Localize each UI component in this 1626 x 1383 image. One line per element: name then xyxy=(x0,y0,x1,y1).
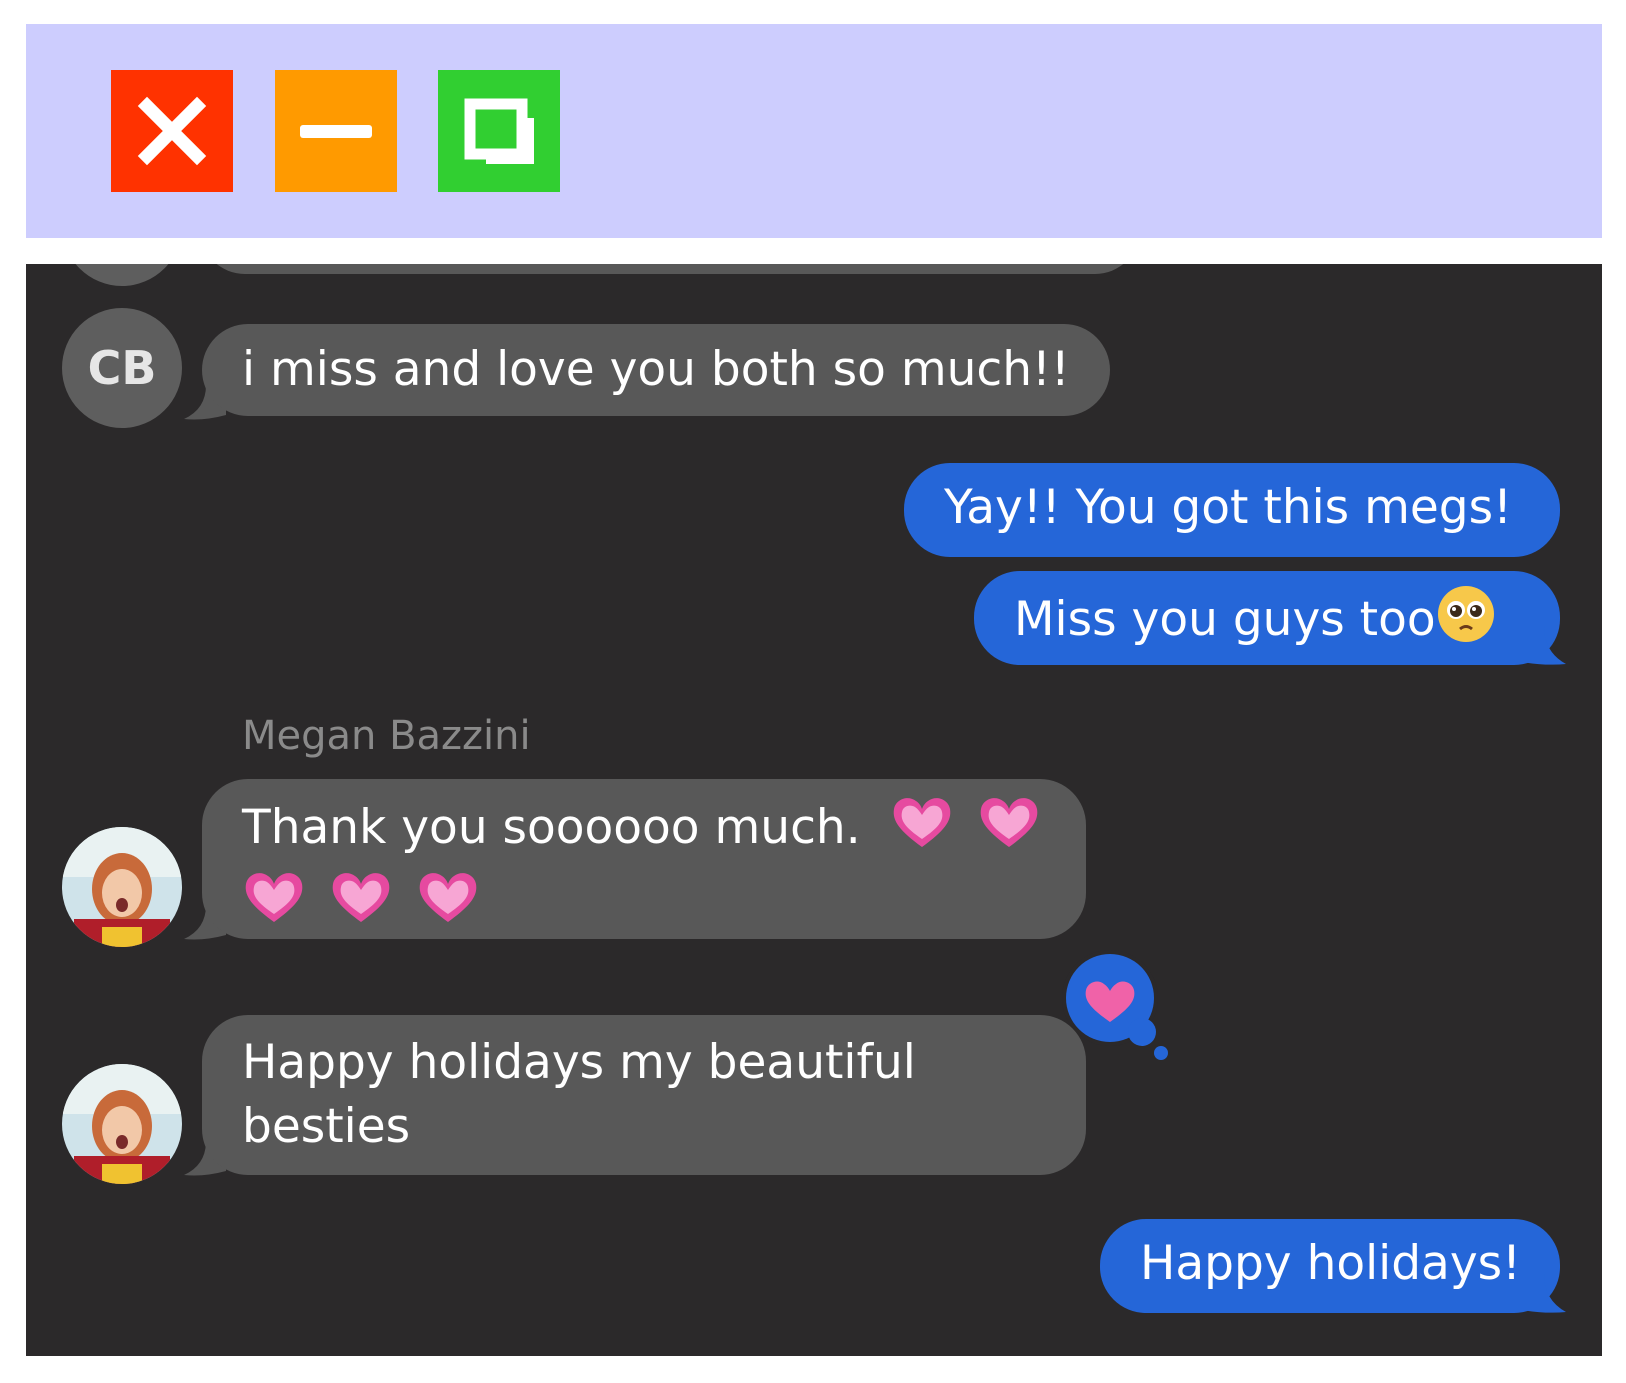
message-bubble-outgoing[interactable]: Happy holidays! xyxy=(1100,1219,1560,1313)
restore-icon xyxy=(464,98,534,164)
message-text: Thank you soooooo much. xyxy=(242,800,861,855)
message-text: Happy holidays my beautiful xyxy=(242,1035,916,1090)
close-button[interactable] xyxy=(111,70,233,192)
avatar-initials: CB xyxy=(62,308,182,428)
window-titlebar xyxy=(26,24,1602,238)
heart-reaction-icon[interactable] xyxy=(1058,946,1178,1066)
minimize-button[interactable] xyxy=(275,70,397,192)
message-bubble-incoming[interactable]: Thank you soooooo much. xyxy=(202,779,1086,939)
message-bubble-outgoing[interactable]: Miss you guys too xyxy=(974,571,1560,665)
message-text: Miss you guys too xyxy=(1014,592,1436,647)
message-text: i miss and love you both so much!! xyxy=(242,342,1070,397)
close-icon xyxy=(137,96,207,166)
message-text: Happy holidays! xyxy=(1140,1236,1522,1291)
bubble-tail xyxy=(1522,1274,1566,1313)
minimize-icon xyxy=(300,125,372,138)
message-text: Yay!! You got this megs! xyxy=(944,480,1512,535)
message-text: besties xyxy=(242,1099,411,1154)
pink-heart-icon xyxy=(416,868,480,943)
message-bubble-incoming[interactable]: i miss and love you both so much!! xyxy=(202,324,1110,416)
pink-heart-icon xyxy=(242,868,306,943)
pink-heart-icon xyxy=(977,793,1041,868)
pink-heart-icon xyxy=(329,868,393,943)
sender-name: Megan Bazzini xyxy=(242,713,531,759)
bubble-tail xyxy=(1522,626,1566,665)
message-bubble-partial xyxy=(200,264,1140,274)
conversation-view[interactable]: CB i miss and love you both so much!! Ya… xyxy=(26,264,1602,1356)
pleading-face-icon xyxy=(1436,584,1496,661)
message-bubble-outgoing[interactable]: Yay!! You got this megs! xyxy=(904,463,1560,557)
avatar-photo xyxy=(62,827,182,947)
avatar xyxy=(62,264,182,286)
message-bubble-incoming[interactable]: Happy holidays my beautiful besties xyxy=(202,1015,1086,1175)
avatar-initials-text: CB xyxy=(87,341,157,395)
avatar-photo xyxy=(62,1064,182,1184)
pink-heart-icon xyxy=(890,793,954,868)
maximize-button[interactable] xyxy=(438,70,560,192)
